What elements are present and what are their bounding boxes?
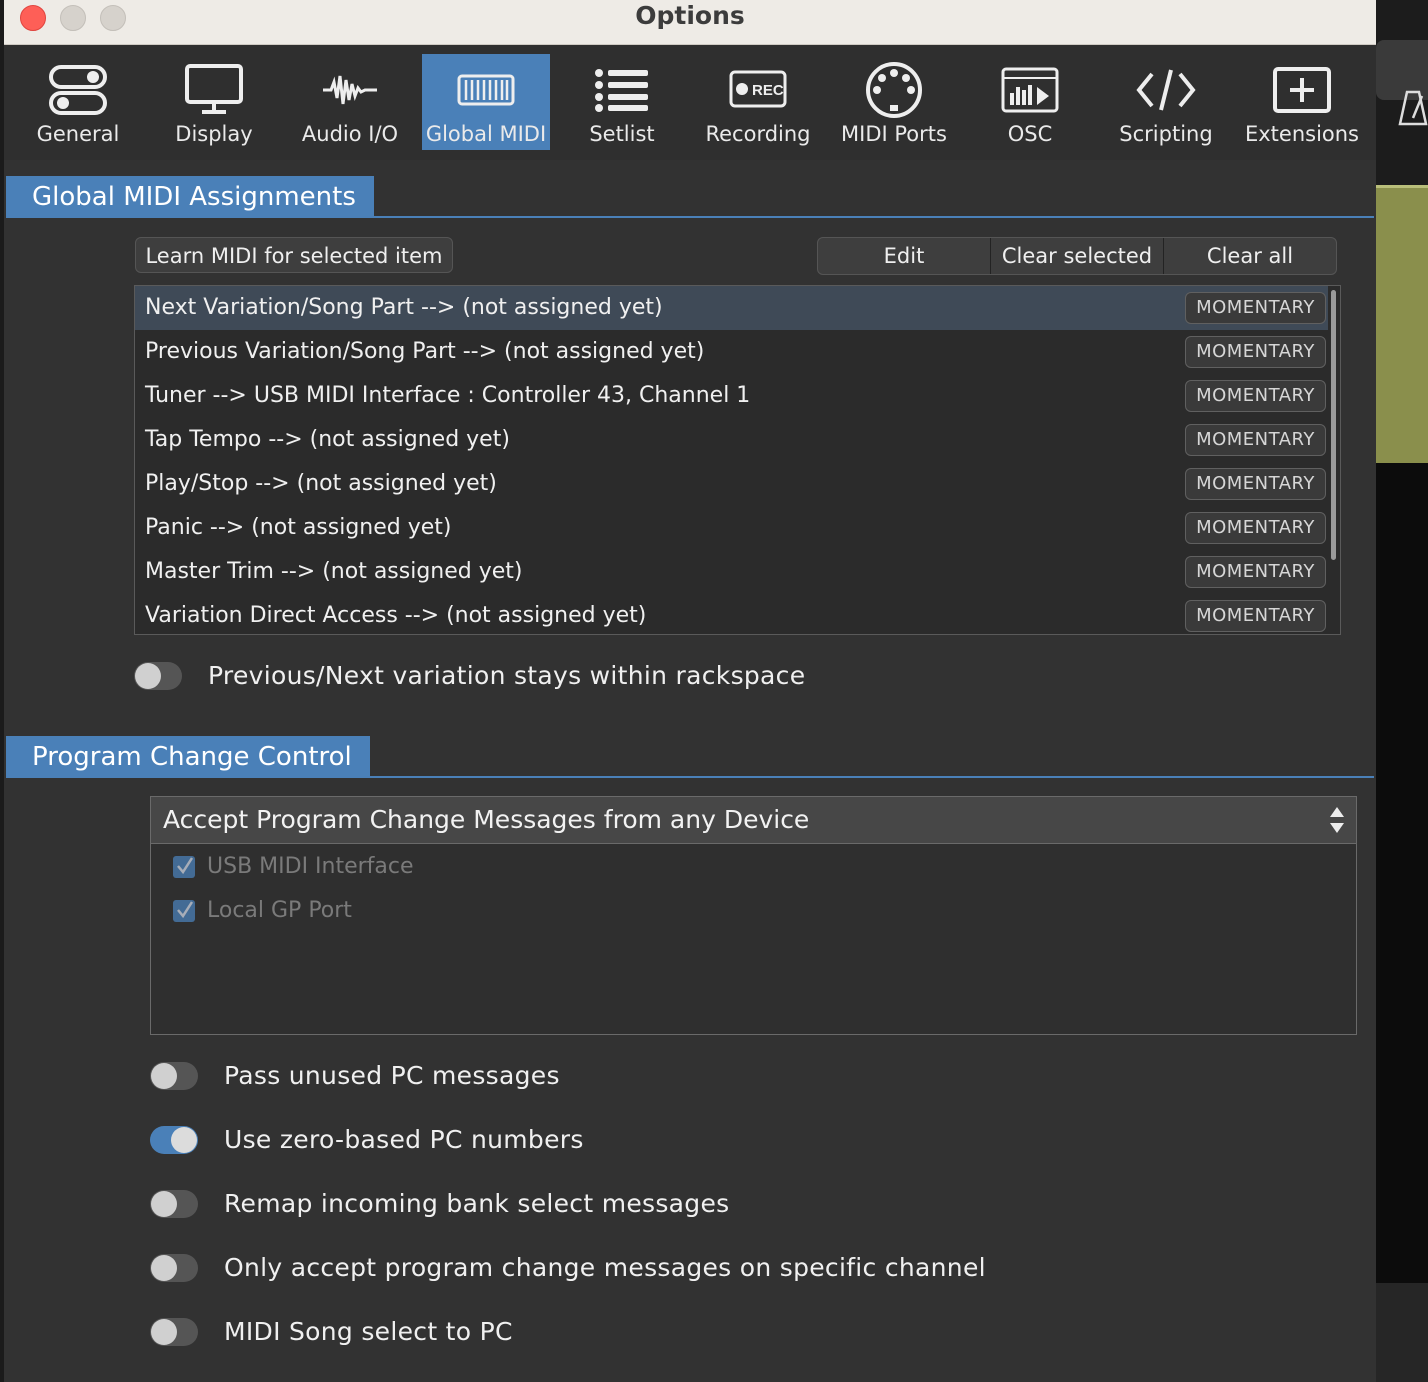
tab-label: Global MIDI xyxy=(425,122,547,146)
tab-global-midi[interactable]: Global MIDI xyxy=(422,54,550,150)
zero-based-pc-label: Use zero-based PC numbers xyxy=(224,1125,584,1154)
song-select-to-pc-label: MIDI Song select to PC xyxy=(224,1317,513,1346)
section-global-midi-header: Global MIDI Assignments xyxy=(6,176,1374,218)
tab-label: MIDI Ports xyxy=(841,122,947,146)
midi-port-icon xyxy=(830,58,958,122)
pc-source-value: Accept Program Change Messages from any … xyxy=(163,805,810,834)
assignment-text: Tuner --> USB MIDI Interface : Controlle… xyxy=(145,383,751,408)
code-icon xyxy=(1102,58,1230,122)
assignment-text: Variation Direct Access --> (not assigne… xyxy=(145,603,647,628)
tab-general[interactable]: General xyxy=(14,54,142,150)
tab-scripting[interactable]: Scripting xyxy=(1102,54,1230,150)
tab-label: OSC xyxy=(1007,122,1053,146)
midi-keyboard-icon xyxy=(422,58,550,122)
momentary-button[interactable]: MOMENTARY xyxy=(1185,424,1326,456)
clear-selected-button[interactable]: Clear selected xyxy=(991,238,1164,274)
remap-bank-select-label: Remap incoming bank select messages xyxy=(224,1189,730,1218)
checkbox-checked-icon[interactable] xyxy=(173,900,195,922)
list-scrollbar[interactable] xyxy=(1331,290,1336,560)
specific-channel-label: Only accept program change messages on s… xyxy=(224,1253,986,1282)
momentary-button[interactable]: MOMENTARY xyxy=(1185,468,1326,500)
momentary-button[interactable]: MOMENTARY xyxy=(1185,292,1326,324)
waveform-icon xyxy=(286,58,414,122)
stay-within-rackspace-toggle[interactable] xyxy=(134,662,182,690)
list-item[interactable]: Tuner --> USB MIDI Interface : Controlle… xyxy=(135,374,1328,418)
options-toolbar: General Display Audio I/O Global MIDI Se… xyxy=(4,45,1376,160)
background-footer xyxy=(1376,1283,1428,1382)
tab-label: Recording xyxy=(705,122,811,146)
background-area xyxy=(1376,463,1428,1283)
tab-display[interactable]: Display xyxy=(150,54,278,150)
assignment-list[interactable]: Next Variation/Song Part --> (not assign… xyxy=(134,285,1341,635)
checkbox-checked-icon[interactable] xyxy=(173,856,195,878)
rec-icon: REC xyxy=(694,58,822,122)
edit-button[interactable]: Edit xyxy=(818,238,991,274)
list-icon xyxy=(558,58,686,122)
background-panel xyxy=(1376,185,1428,466)
momentary-button[interactable]: MOMENTARY xyxy=(1185,600,1326,632)
pass-unused-pc-label: Pass unused PC messages xyxy=(224,1061,560,1090)
assignment-text: Master Trim --> (not assigned yet) xyxy=(145,559,523,584)
assignment-text: Panic --> (not assigned yet) xyxy=(145,515,452,540)
list-item[interactable]: Previous Variation/Song Part --> (not as… xyxy=(135,330,1328,374)
list-item[interactable]: Panic --> (not assigned yet) MOMENTARY xyxy=(135,506,1328,550)
tab-label: Extensions xyxy=(1244,122,1360,146)
section-title: Global MIDI Assignments xyxy=(6,176,374,216)
pass-unused-pc-toggle[interactable] xyxy=(150,1062,198,1090)
tab-label: Display xyxy=(175,122,253,146)
momentary-button[interactable]: MOMENTARY xyxy=(1185,512,1326,544)
stay-within-rackspace-label: Previous/Next variation stays within rac… xyxy=(208,661,806,690)
specific-channel-toggle[interactable] xyxy=(150,1254,198,1282)
remap-bank-select-toggle[interactable] xyxy=(150,1190,198,1218)
list-item[interactable]: Variation Direct Access --> (not assigne… xyxy=(135,594,1328,634)
assignment-text: Play/Stop --> (not assigned yet) xyxy=(145,471,497,496)
list-item[interactable]: Play/Stop --> (not assigned yet) MOMENTA… xyxy=(135,462,1328,506)
tab-setlist[interactable]: Setlist xyxy=(558,54,686,150)
chevron-up-down-icon xyxy=(1328,805,1346,835)
learn-midi-button[interactable]: Learn MIDI for selected item xyxy=(135,237,453,273)
device-label: Local GP Port xyxy=(207,898,352,923)
tab-label: Audio I/O xyxy=(301,122,399,146)
assignment-actions: Edit Clear selected Clear all xyxy=(817,237,1337,275)
general-toggles-icon xyxy=(14,58,142,122)
background-app xyxy=(1376,0,1428,1382)
list-item[interactable]: Tap Tempo --> (not assigned yet) MOMENTA… xyxy=(135,418,1328,462)
assignment-text: Tap Tempo --> (not assigned yet) xyxy=(145,427,510,452)
assignment-text: Previous Variation/Song Part --> (not as… xyxy=(145,339,705,364)
momentary-button[interactable]: MOMENTARY xyxy=(1185,336,1326,368)
titlebar: Options xyxy=(4,0,1376,45)
options-window: Options General Display Audio I/O Global… xyxy=(4,0,1376,1382)
tab-midi-ports[interactable]: MIDI Ports xyxy=(830,54,958,150)
monitor-icon xyxy=(150,58,278,122)
clear-all-button[interactable]: Clear all xyxy=(1164,238,1336,274)
momentary-button[interactable]: MOMENTARY xyxy=(1185,556,1326,588)
tab-label: Setlist xyxy=(589,122,655,146)
section-title: Program Change Control xyxy=(6,736,370,776)
song-select-to-pc-toggle[interactable] xyxy=(150,1318,198,1346)
device-label: USB MIDI Interface xyxy=(207,854,414,879)
osc-icon xyxy=(966,58,1094,122)
tab-recording[interactable]: REC Recording xyxy=(694,54,822,150)
background-toolbar xyxy=(1376,40,1428,126)
plus-box-icon xyxy=(1238,58,1366,122)
tab-osc[interactable]: OSC xyxy=(966,54,1094,150)
metronome-icon xyxy=(1398,90,1428,135)
window-title: Options xyxy=(635,1,745,30)
rec-icon-text: REC xyxy=(752,82,784,99)
list-item[interactable]: Master Trim --> (not assigned yet) MOMEN… xyxy=(135,550,1328,594)
device-list: USB MIDI Interface Local GP Port xyxy=(150,844,1357,1035)
section-program-change-header: Program Change Control xyxy=(6,736,1374,778)
tab-audio-io[interactable]: Audio I/O xyxy=(286,54,414,150)
list-item[interactable]: Next Variation/Song Part --> (not assign… xyxy=(135,286,1328,330)
tab-extensions[interactable]: Extensions xyxy=(1238,54,1366,150)
pc-source-select[interactable]: Accept Program Change Messages from any … xyxy=(150,796,1357,844)
tab-label: General xyxy=(36,122,120,146)
momentary-button[interactable]: MOMENTARY xyxy=(1185,380,1326,412)
assignment-text: Next Variation/Song Part --> (not assign… xyxy=(145,295,663,320)
tab-label: Scripting xyxy=(1119,122,1213,146)
zero-based-pc-toggle[interactable] xyxy=(150,1126,198,1154)
